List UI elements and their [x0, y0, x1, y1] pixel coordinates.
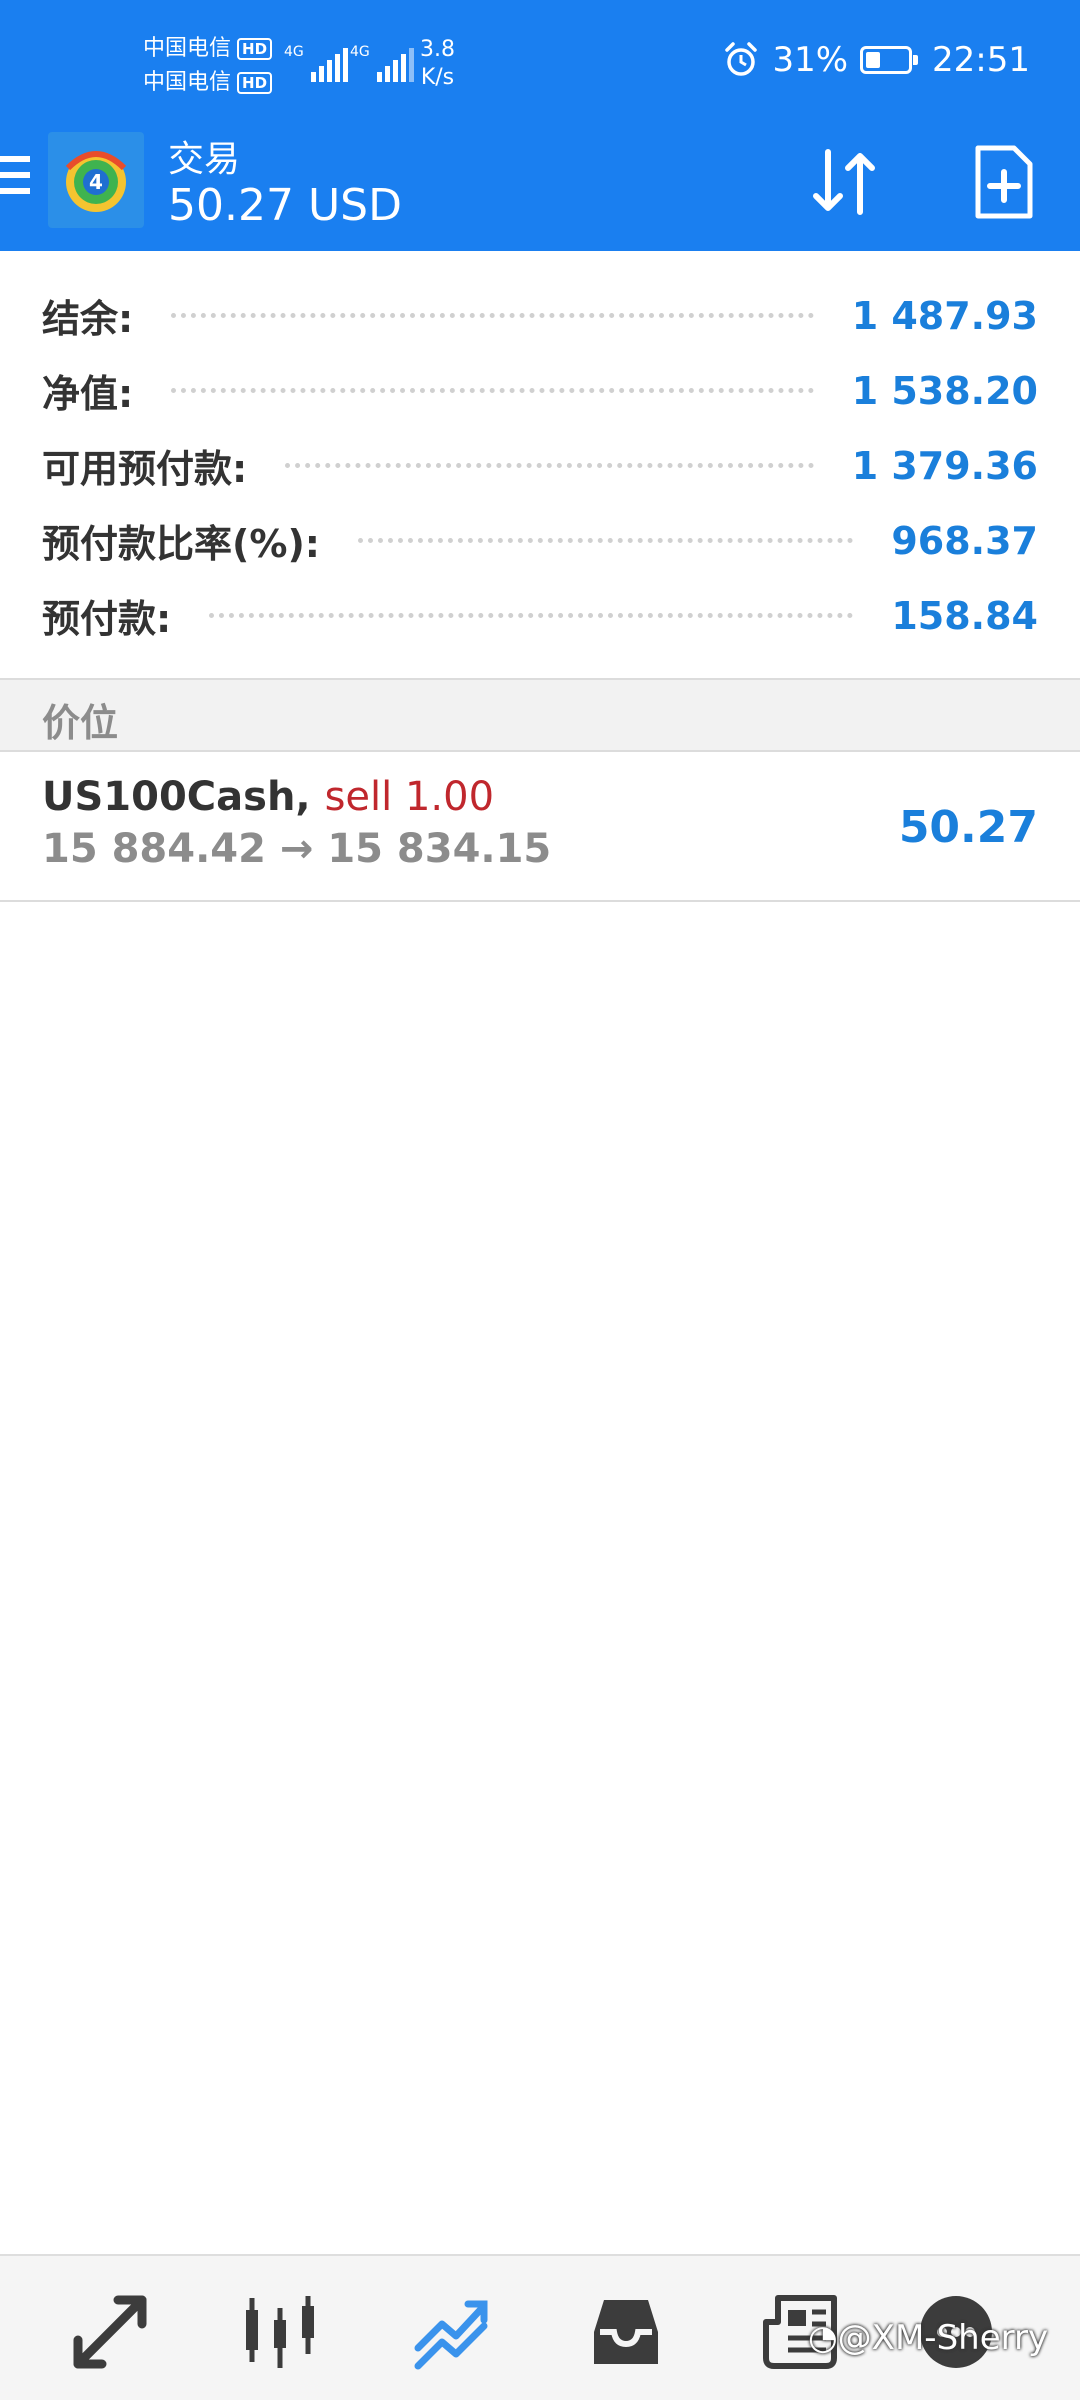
weibo-icon: ◔: [808, 2318, 838, 2358]
carrier-info: 中国电信 HD 中国电信 HD: [143, 32, 273, 100]
watermark-text: @XM-Sherry: [837, 2318, 1049, 2358]
leader-dots: [358, 538, 854, 543]
summary-row-margin-level: 预付款比率(%): 968.37: [42, 503, 1038, 578]
summary-label: 可用预付款:: [42, 447, 248, 491]
summary-value: 1 487.93: [851, 293, 1038, 338]
leader-dots: [285, 463, 814, 468]
position-symbol: US100Cash,: [42, 774, 311, 820]
summary-label: 净值:: [42, 372, 134, 416]
signal-icon: 4G: [350, 44, 414, 82]
status-right: 31% 22:51: [722, 40, 1030, 80]
summary-label: 结余:: [42, 297, 134, 341]
summary-value: 968.37: [891, 518, 1038, 563]
alarm-icon: [725, 42, 758, 76]
carrier-name-1: 中国电信: [143, 36, 232, 61]
metatrader-logo: 4: [48, 132, 144, 228]
app-bar: 4 交易 50.27 USD: [0, 128, 1080, 251]
summary-value: 158.84: [891, 593, 1038, 638]
leader-dots: [209, 613, 854, 618]
carrier-name-2: 中国电信: [143, 70, 232, 95]
network-speed: 3.8 K/s: [420, 36, 455, 92]
history-icon[interactable]: [586, 2292, 666, 2372]
summary-row-free-margin: 可用预付款: 1 379.36: [42, 428, 1038, 503]
status-bar: 中国电信 HD 中国电信 HD 4G 4G 3.8 K/s 31% 22:51: [0, 0, 1080, 128]
speed-unit: K/s: [420, 65, 455, 90]
summary-row-equity: 净值: 1 538.20: [42, 353, 1038, 428]
chart-icon[interactable]: [240, 2292, 320, 2372]
summary-label: 预付款比率(%):: [42, 522, 321, 566]
leader-dots: [171, 313, 814, 318]
hd-badge-2: HD: [237, 72, 273, 94]
section-title: 价位: [42, 701, 119, 745]
summary-row-balance: 结余: 1 487.93: [42, 278, 1038, 353]
battery-percent: 31%: [772, 40, 849, 80]
hd-badge-1: HD: [237, 38, 273, 60]
position-row[interactable]: US100Cash, sell 1.00 15 884.42 → 15 834.…: [0, 752, 1080, 902]
page-title: 交易: [168, 139, 241, 180]
position-prices: 15 884.42 → 15 834.15: [42, 826, 552, 872]
summary-label: 预付款:: [42, 597, 172, 641]
summary-value: 1 379.36: [851, 443, 1038, 488]
clock: 22:51: [932, 40, 1030, 80]
watermark: ◔@XM-Sherry: [808, 2318, 1048, 2358]
speed-value: 3.8: [420, 37, 455, 62]
position-side: sell 1.00: [324, 774, 495, 820]
network-type-2: 4G: [350, 44, 370, 60]
floating-profit: 50.27 USD: [168, 180, 402, 231]
sort-icon[interactable]: [806, 142, 886, 222]
positions-section-header: 价位: [0, 678, 1080, 752]
leader-dots: [171, 388, 814, 393]
summary-row-margin: 预付款: 158.84: [42, 578, 1038, 653]
new-order-icon[interactable]: [972, 142, 1036, 222]
trade-icon[interactable]: [412, 2292, 492, 2372]
summary-value: 1 538.20: [851, 368, 1038, 413]
signal-icon: 4G: [284, 44, 348, 82]
svg-text:4: 4: [89, 170, 103, 194]
menu-icon[interactable]: [0, 156, 30, 204]
network-type-1: 4G: [284, 44, 304, 60]
position-header: US100Cash, sell 1.00: [42, 774, 494, 820]
quotes-icon[interactable]: [70, 2292, 150, 2372]
battery-saver-icon: [860, 46, 919, 74]
position-profit: 50.27: [898, 802, 1038, 853]
